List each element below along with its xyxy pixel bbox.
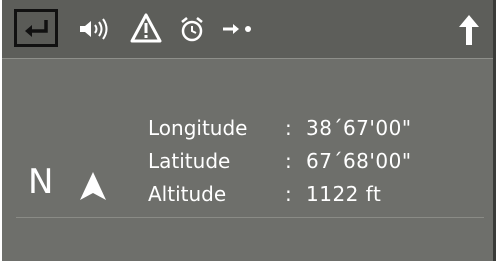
altitude-value: 1122 ft <box>306 182 382 206</box>
warning-triangle-icon[interactable] <box>129 12 163 44</box>
screen-edge <box>493 0 496 261</box>
latitude-value: 67´68'00" <box>306 149 412 173</box>
north-arrow-icon <box>76 170 110 204</box>
latitude-label: Latitude <box>148 149 231 173</box>
arrow-right-dot-icon[interactable] <box>221 20 255 38</box>
compass-heading-letter: N <box>28 162 54 202</box>
gps-screen: N Longitude : 38´67'00" Latitude : 67´68… <box>2 0 496 261</box>
altitude-separator: : <box>285 182 292 206</box>
toolbar-divider <box>2 58 496 59</box>
back-button[interactable] <box>14 9 58 47</box>
back-return-icon <box>25 20 48 37</box>
alarm-clock-icon[interactable] <box>178 14 206 44</box>
up-arrow-icon[interactable] <box>456 13 482 47</box>
altitude-label: Altitude <box>148 182 227 206</box>
speaker-sound-icon[interactable] <box>77 16 111 42</box>
latitude-separator: : <box>285 149 292 173</box>
info-divider <box>16 217 484 218</box>
longitude-value: 38´67'00" <box>306 116 412 140</box>
longitude-label: Longitude <box>148 116 248 140</box>
toolbar <box>2 0 496 58</box>
longitude-separator: : <box>285 116 292 140</box>
